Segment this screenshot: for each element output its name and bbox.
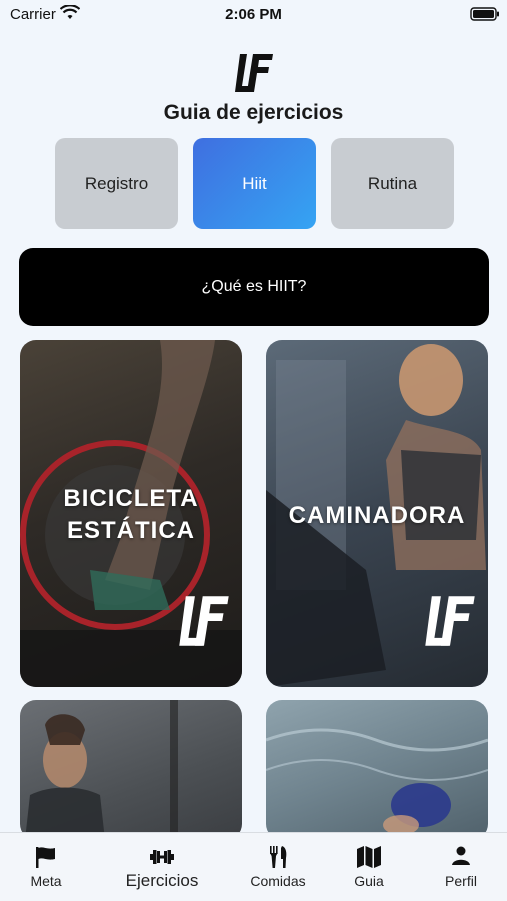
rowing-photo <box>25 700 178 840</box>
card-title-text: BICICLETA ESTÁTICA <box>63 485 199 544</box>
swimming-photo <box>266 728 488 835</box>
tab-perfil[interactable]: Perfil <box>426 833 496 901</box>
segment-label: Rutina <box>367 173 418 193</box>
app-logo <box>235 54 273 92</box>
tab-meta[interactable]: Meta <box>12 833 80 901</box>
what-is-hiit-button[interactable]: ¿Qué es HIIT? <box>19 248 489 326</box>
card-title-text: CAMINADORA <box>288 502 466 529</box>
tab-label: Perfil <box>445 873 477 889</box>
person-icon <box>452 846 470 865</box>
segment-label: Registro <box>84 173 149 193</box>
tab-label: Guia <box>354 873 384 889</box>
exercise-card-rowing[interactable] <box>20 700 242 840</box>
tab-guia[interactable]: Guia <box>334 833 404 901</box>
exercise-card-caminadora[interactable]: CAMINADORA <box>266 340 488 687</box>
brand-logo-icon <box>179 596 229 646</box>
tab-label: Meta <box>30 873 62 889</box>
utensils-icon <box>270 846 287 868</box>
segment-label: Hiit <box>242 173 267 193</box>
tab-label: Comidas <box>250 873 306 889</box>
tab-comidas[interactable]: Comidas <box>240 833 316 901</box>
segment-registro[interactable]: Registro <box>55 138 178 229</box>
exercise-card-swimming[interactable] <box>266 700 488 840</box>
info-button-label: ¿Qué es HIIT? <box>201 278 307 295</box>
flag-icon <box>36 847 55 868</box>
dumbbell-icon <box>150 850 174 864</box>
page-title: Guia de ejercicios <box>163 101 344 124</box>
clock: 2:06 PM <box>225 6 282 23</box>
brand-logo-icon <box>425 596 475 646</box>
status-bar: Carrier 2:06 PM <box>0 0 507 30</box>
battery-icon <box>470 7 499 21</box>
segment-hiit[interactable]: Hiit <box>193 138 316 229</box>
tab-ejercicios[interactable]: Ejercicios <box>116 833 208 901</box>
segment-rutina[interactable]: Rutina <box>331 138 454 229</box>
exercise-card-bicicleta[interactable]: BICICLETA ESTÁTICA <box>20 340 242 687</box>
card-title-caminadora: CAMINADORA <box>266 500 488 532</box>
tab-bar: Meta Ejercicios Comidas Guia Perfil <box>0 832 507 901</box>
tab-label: Ejercicios <box>125 871 199 890</box>
map-icon <box>357 846 381 868</box>
card-title-bicicleta: BICICLETA ESTÁTICA <box>20 483 242 547</box>
